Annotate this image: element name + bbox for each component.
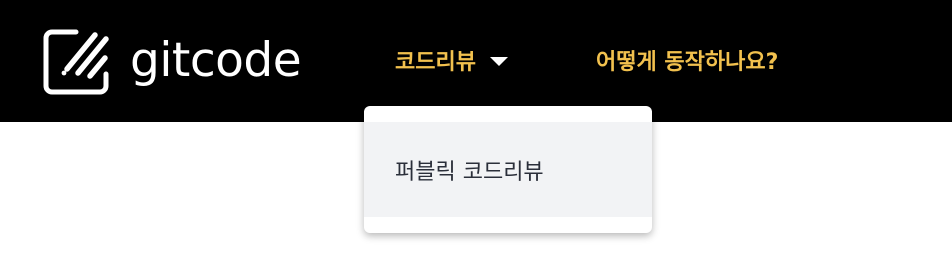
nav-how-it-works-label: 어떻게 동작하나요?: [596, 50, 779, 75]
gitcode-logo-icon: [43, 29, 109, 95]
home-logo-link[interactable]: gitcode: [42, 26, 302, 98]
page: gitcode 코드리뷰 어떻게 동작하나요? 퍼블릭 코드리뷰: [0, 0, 952, 278]
top-navbar: gitcode 코드리뷰 어떻게 동작하나요?: [0, 0, 952, 122]
code-review-dropdown-menu: 퍼블릭 코드리뷰: [364, 106, 652, 233]
nav-code-review-label: 코드리뷰: [395, 50, 476, 75]
logo-text: gitcode: [130, 32, 302, 88]
nav-how-it-works-link[interactable]: 어떻게 동작하나요?: [596, 40, 778, 80]
caret-down-icon: [489, 56, 508, 66]
nav-code-review-dropdown[interactable]: 코드리뷰: [395, 40, 508, 80]
dropdown-item-label: 퍼블릭 코드리뷰: [395, 159, 544, 185]
dropdown-item-public-code-review[interactable]: 퍼블릭 코드리뷰: [364, 122, 652, 217]
